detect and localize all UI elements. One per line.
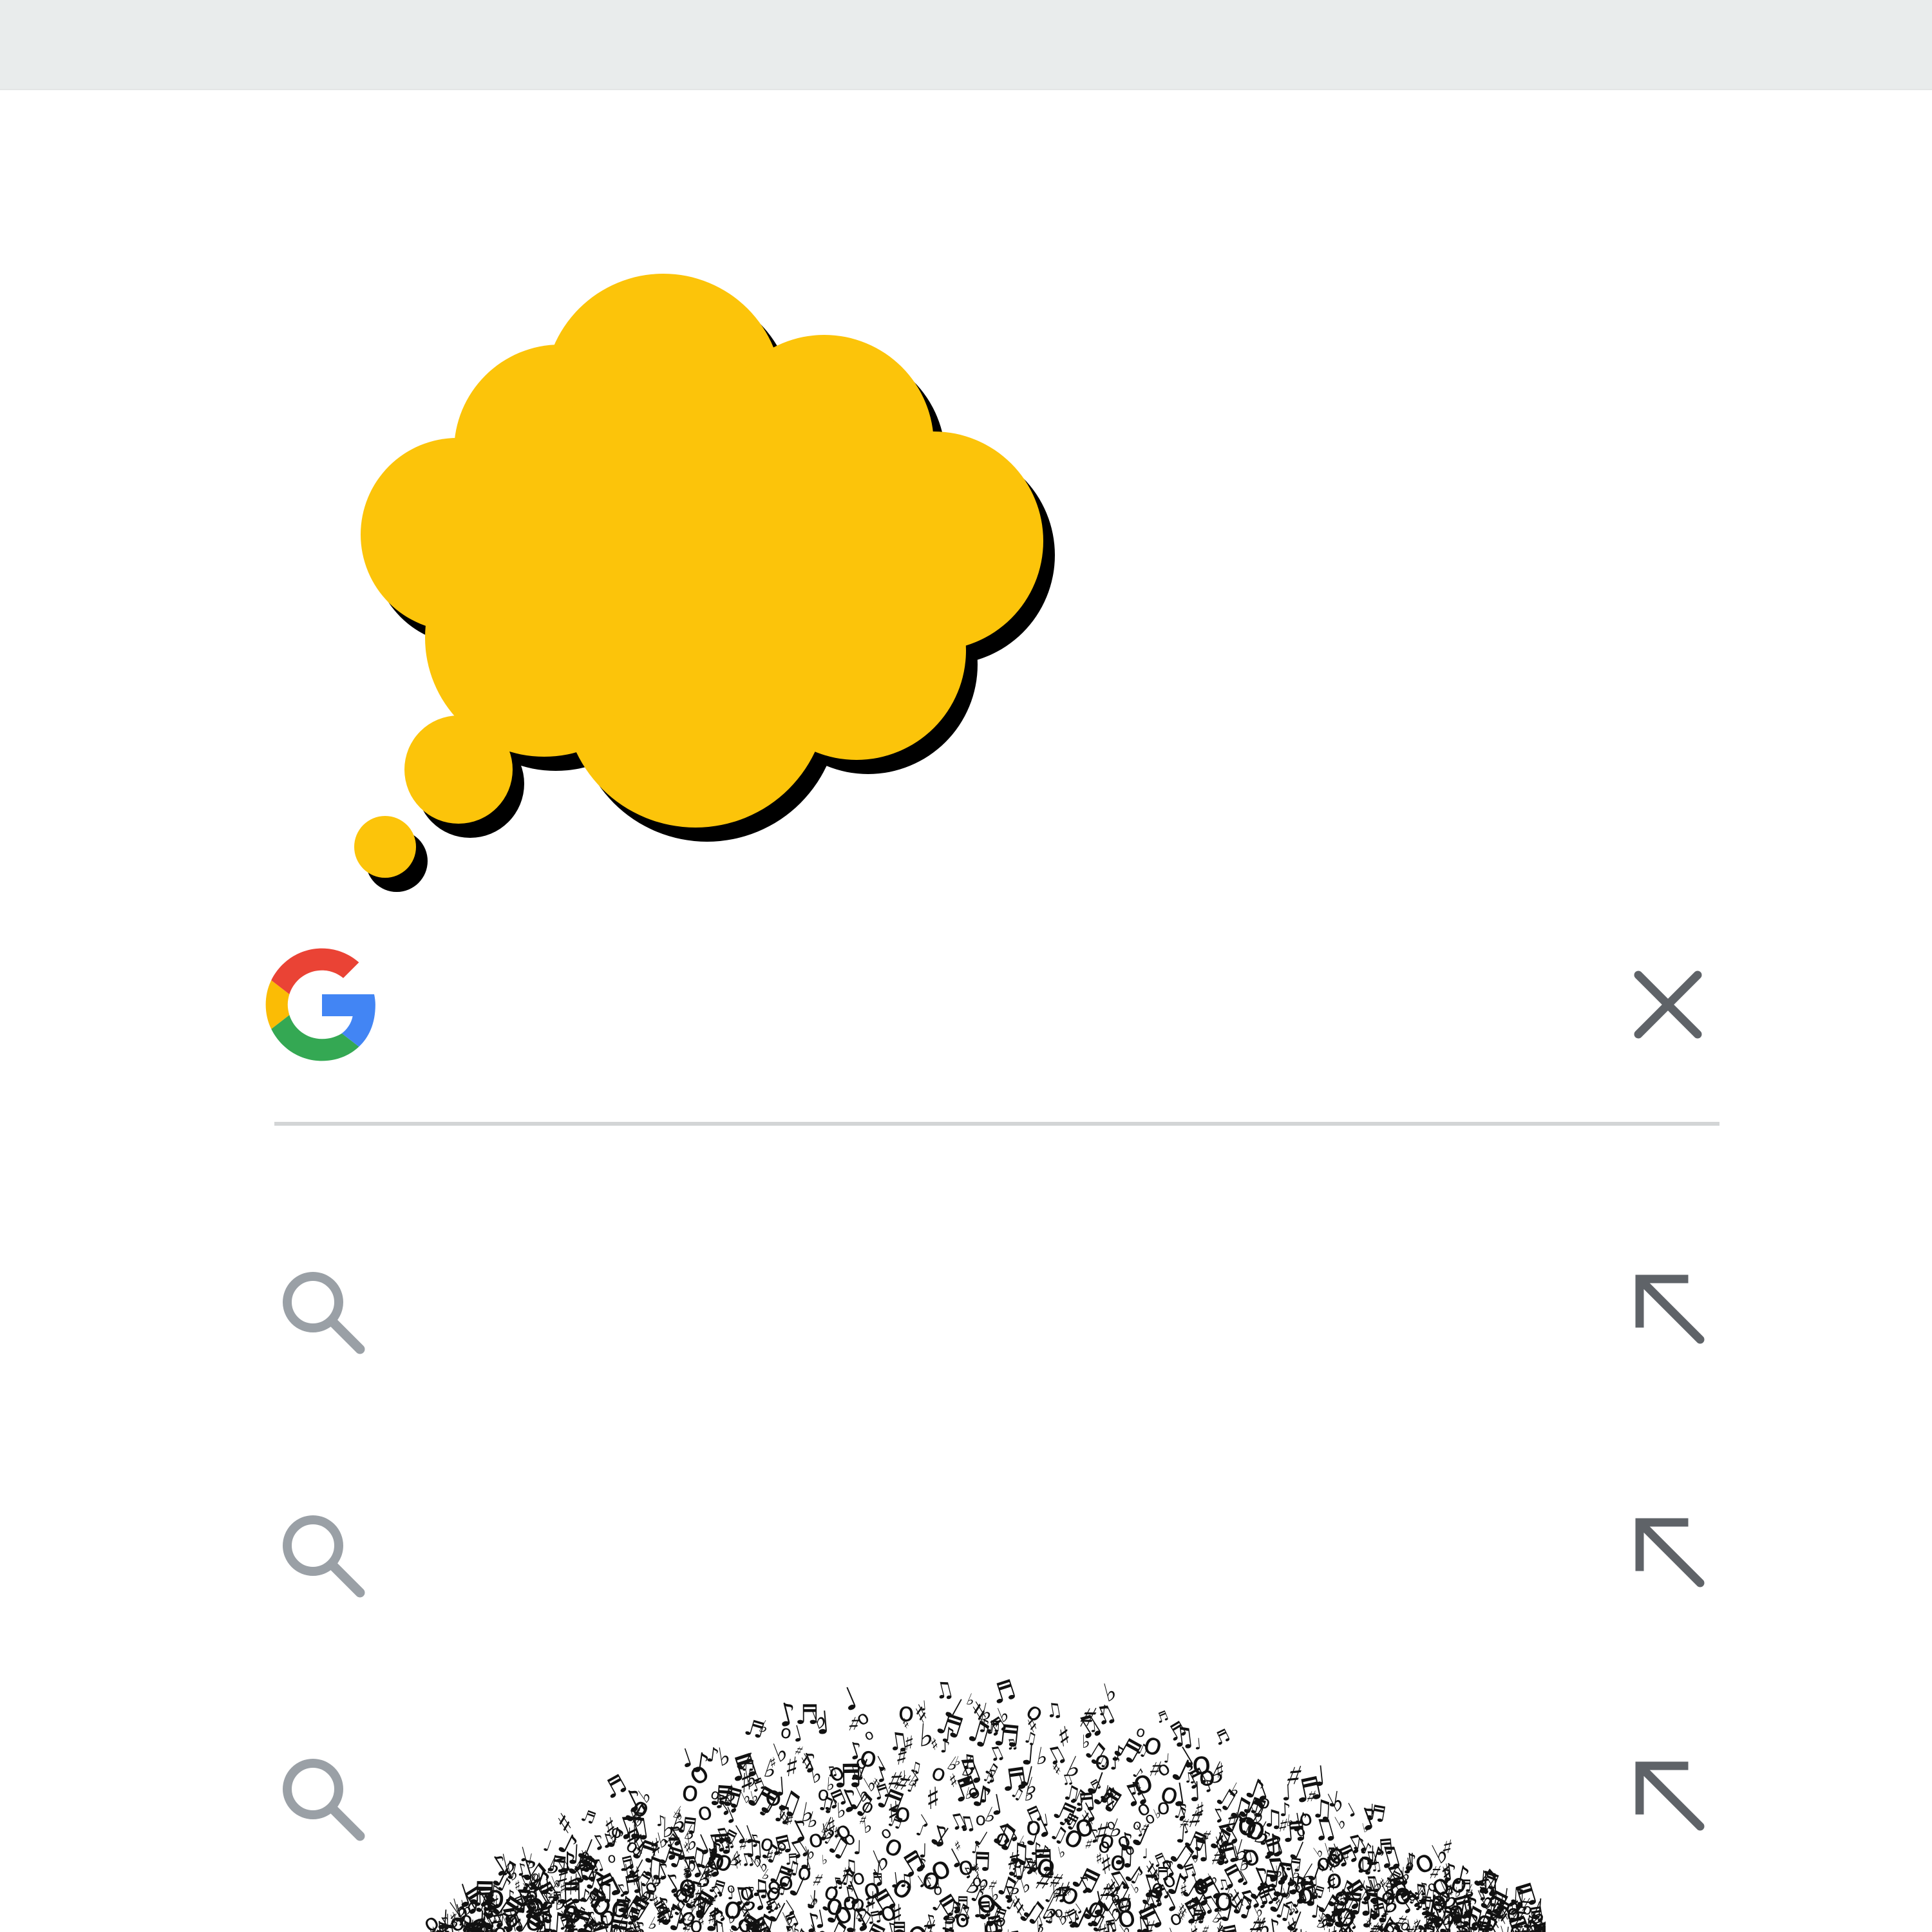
music-note-glyph: ♩ [726, 1885, 735, 1904]
search-icon [283, 1759, 365, 1841]
music-note-glyph: ♩ [1142, 1846, 1148, 1862]
google-g-icon[interactable] [264, 947, 380, 1063]
music-note-glyph: ♬ [1211, 1725, 1233, 1750]
music-note-glyph: ♭ [1005, 1926, 1014, 1932]
thought-bubble-cloud [354, 274, 1043, 878]
music-note-glyph: ♫ [1186, 1833, 1213, 1867]
music-note-glyph: ♬ [1334, 1884, 1365, 1922]
music-note-glyph: ♯ [903, 1730, 915, 1756]
suggestion-row-2[interactable] [264, 1486, 1713, 1615]
music-note-glyph: ♫ [493, 1908, 513, 1932]
suggestion-text [419, 1282, 1578, 1340]
music-note-glyph: ♬ [1364, 1799, 1388, 1828]
search-input[interactable] [406, 960, 1555, 1051]
search-icon [283, 1272, 365, 1354]
music-note-glyph: ♯ [1215, 1758, 1226, 1783]
music-note-glyph: ♪ [656, 1813, 666, 1830]
music-note-glyph: ♯ [1195, 1797, 1206, 1823]
music-notes-illustration: ♯♬♯♯♪♯♯♩♫♬♯♭♯♫o♭♫o♪♯♪o♪♫♪♪♬♩♩o♪o♭o♩♩♭♯♯♫… [425, 1673, 1546, 1932]
suggestion-row-1[interactable] [264, 1243, 1713, 1372]
music-note-glyph: ♫ [1043, 1698, 1065, 1723]
music-note-glyph: ♬ [952, 1893, 969, 1914]
music-note-glyph: ♪ [705, 1743, 721, 1768]
music-note-glyph: o [1094, 1747, 1110, 1776]
music-note-glyph: ♬ [932, 1705, 967, 1746]
search-screen: ♯♬♯♯♪♯♯♩♫♬♯♭♯♫o♭♫o♪♯♪o♪♫♪♪♬♩♩o♪o♭o♩♩♭♯♯♫… [0, 0, 1932, 1932]
music-note-glyph: o [680, 1775, 700, 1808]
fill-query-arrow-icon[interactable] [1623, 1262, 1719, 1359]
fill-query-arrow-icon[interactable] [1623, 1506, 1719, 1602]
music-note-glyph: ♩ [836, 1680, 864, 1719]
music-note-glyph: o [1191, 1745, 1213, 1783]
music-note-glyph: ♫ [931, 1676, 957, 1705]
search-divider [274, 1122, 1719, 1126]
music-note-glyph: ♫ [620, 1927, 634, 1932]
music-note-glyph: o [761, 1923, 773, 1932]
music-note-glyph: ♫ [1310, 1795, 1334, 1825]
music-note-glyph: ♭ [808, 1761, 824, 1788]
music-note-glyph: ♬ [676, 1812, 699, 1840]
music-note-glyph: ♬ [472, 1884, 495, 1912]
search-icon [283, 1515, 365, 1598]
suggestion-text [419, 1525, 1578, 1583]
music-note-glyph: o [1214, 1881, 1234, 1918]
close-icon[interactable] [1623, 960, 1713, 1050]
top-bar [0, 0, 1932, 90]
thought-bubble-illustration [354, 274, 1055, 892]
music-note-glyph: ♩ [773, 1772, 787, 1803]
music-note-glyph: ♭ [821, 1852, 828, 1868]
music-note-glyph: ♪ [737, 1920, 756, 1932]
music-note-glyph: ♬ [578, 1806, 598, 1828]
music-note-glyph: ♭ [826, 1774, 835, 1795]
music-note-glyph: ♯ [783, 1751, 800, 1785]
search-bar [264, 947, 1719, 1127]
music-note-glyph: ♭ [1034, 1742, 1050, 1772]
music-note-glyph: ♭ [836, 1798, 847, 1823]
fill-query-arrow-icon[interactable] [1623, 1749, 1719, 1846]
